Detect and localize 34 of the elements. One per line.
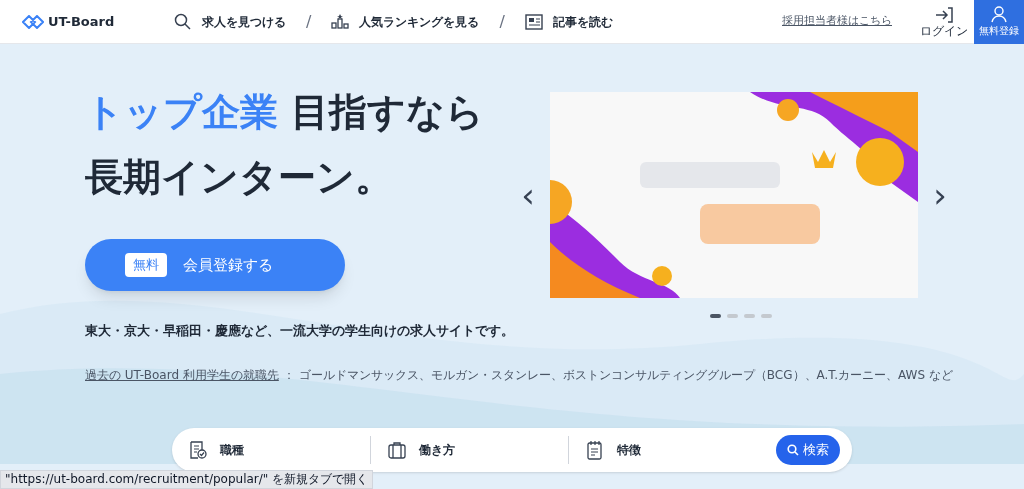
- briefcase-icon: [387, 440, 407, 460]
- logo-icon: [22, 14, 44, 29]
- login-icon: [934, 5, 954, 24]
- tagline: 東大・京大・早稲田・慶應など、一流大学の学生向けの求人サイトです。: [85, 321, 515, 340]
- bar-chart-icon: [331, 12, 350, 31]
- signup-cta-button[interactable]: 無料 会員登録する: [85, 238, 345, 291]
- separator: /: [306, 10, 312, 33]
- filter-button[interactable]: 特徴: [568, 436, 766, 464]
- login-button[interactable]: ログイン: [914, 0, 974, 44]
- newspaper-icon: [524, 12, 543, 31]
- separator: /: [499, 10, 505, 33]
- hero-headline-line: 長期インターン。: [85, 154, 393, 202]
- employers-text: ゴールドマンサックス、モルガン・スタンレー、ボストンコンサルティンググループ（BCG）、A.T.カーニー、AWS など: [298, 367, 953, 385]
- logo-text[interactable]: UT-Board: [48, 11, 115, 32]
- status-tooltip: "https://ut-board.com/recruitment/popular/" を新規タブで開く: [0, 470, 374, 489]
- previous-button[interactable]: ‹: [520, 178, 536, 212]
- hero-headline: トップ企業 目指すなら: [85, 89, 485, 136]
- user-icon: [990, 5, 1008, 23]
- signup-button[interactable]: 無料登録: [974, 0, 1024, 44]
- recruiter-link[interactable]: 採用担当者様はこちら: [782, 13, 892, 30]
- separator: ：: [282, 367, 295, 385]
- free-badge: 無料: [125, 253, 167, 277]
- notepad-icon: [585, 440, 605, 460]
- search-button[interactable]: 検索: [776, 435, 840, 465]
- search-icon: [174, 12, 192, 31]
- nav-link[interactable]: 記事を読む: [524, 12, 613, 31]
- nav-link[interactable]: 求人を見つける: [174, 12, 286, 31]
- filter-button[interactable]: 職種: [172, 436, 370, 464]
- next-button[interactable]: ›: [932, 178, 948, 212]
- list-check-icon: [188, 440, 208, 460]
- nav-link[interactable]: 人気ランキングを見る: [331, 12, 480, 31]
- employers-link[interactable]: 過去の UT-Board 利用学生の就職先: [85, 366, 279, 385]
- search-icon: [787, 444, 799, 456]
- filter-button[interactable]: 働き方: [370, 436, 568, 464]
